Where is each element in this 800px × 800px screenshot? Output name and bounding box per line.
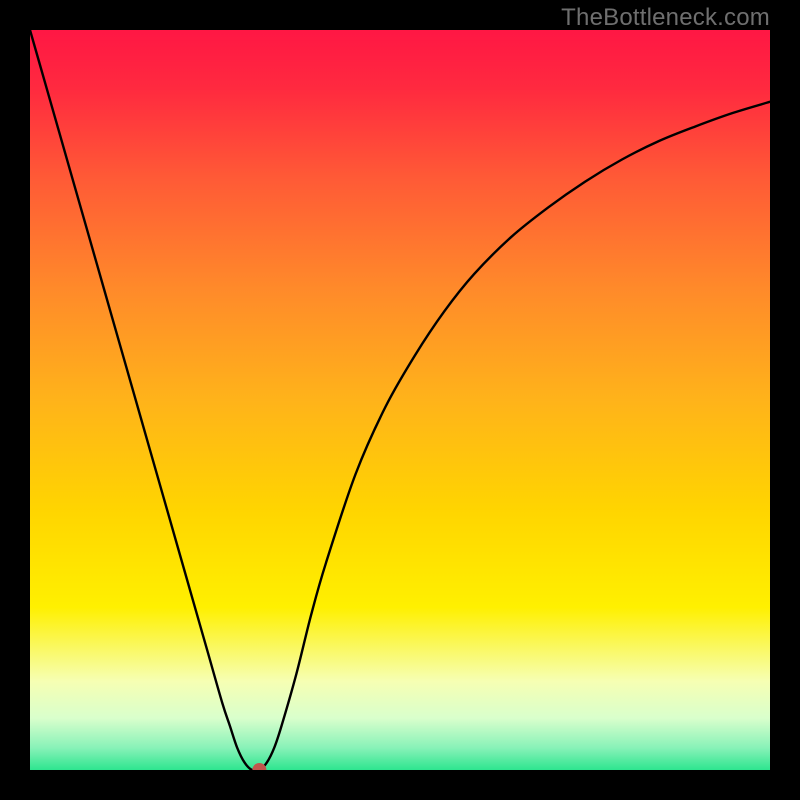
chart-frame: TheBottleneck.com	[0, 0, 800, 800]
bottleneck-curve	[30, 30, 770, 770]
curve-layer	[30, 30, 770, 770]
plot-area	[30, 30, 770, 770]
watermark-label: TheBottleneck.com	[561, 4, 770, 32]
